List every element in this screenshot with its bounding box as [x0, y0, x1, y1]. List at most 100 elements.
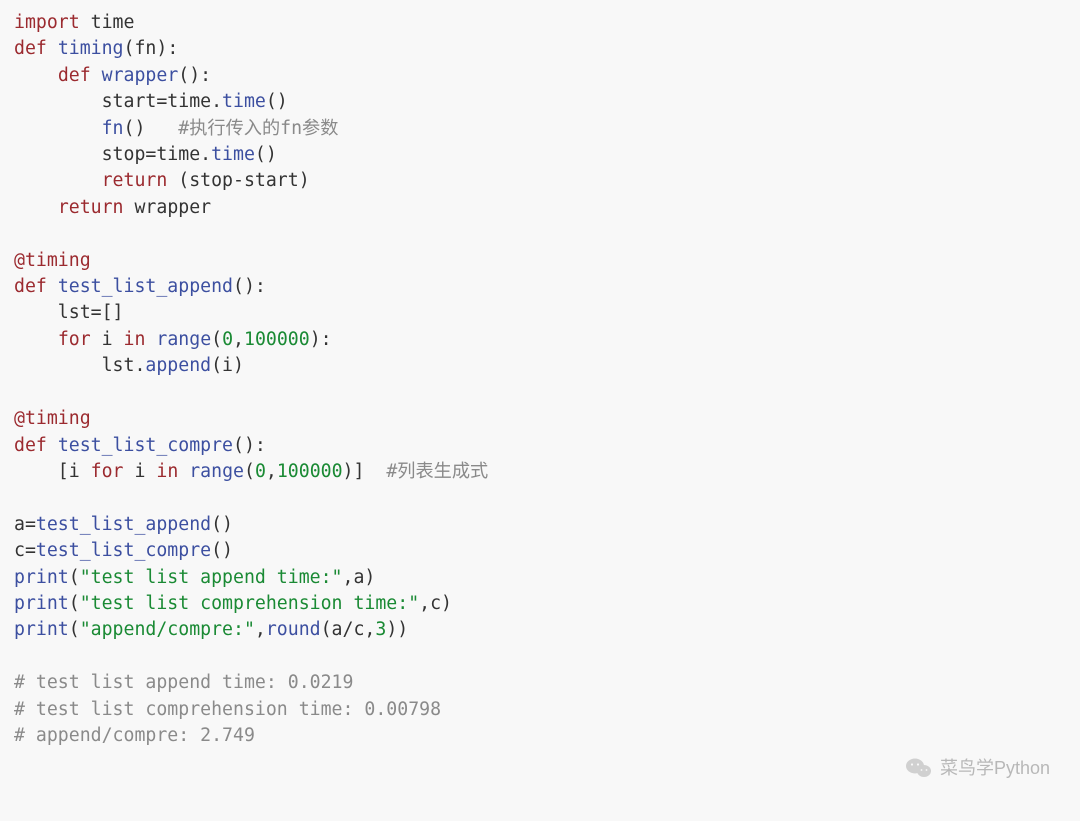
- code-token: start=time.: [14, 91, 222, 112]
- code-line: a=test_list_append(): [14, 514, 233, 535]
- code-token: fn: [102, 118, 124, 139]
- code-token: in: [156, 461, 178, 482]
- code-token: ():: [233, 435, 266, 456]
- code-token: ):: [310, 329, 332, 350]
- code-token: test_list_append: [36, 514, 211, 535]
- code-line: lst=[]: [14, 302, 124, 323]
- code-token: (): [211, 514, 233, 535]
- code-token: test_list_compre: [36, 540, 211, 561]
- code-token: round: [266, 619, 321, 640]
- code-token: c=: [14, 540, 36, 561]
- code-token: i: [124, 461, 157, 482]
- code-token: a=: [14, 514, 36, 535]
- code-token: import: [14, 12, 80, 33]
- code-line: stop=time.time(): [14, 144, 277, 165]
- code-token: def: [14, 38, 47, 59]
- code-token: range: [156, 329, 211, 350]
- code-token: wrapper: [102, 65, 179, 86]
- code-line: fn() #执行传入的fn参数: [14, 118, 338, 139]
- code-token: print: [14, 593, 69, 614]
- code-token: stop=time.: [14, 144, 211, 165]
- code-token: lst=[]: [14, 302, 124, 323]
- code-token: return: [58, 197, 124, 218]
- code-token: [i: [14, 461, 91, 482]
- code-token: for: [58, 329, 91, 350]
- code-line: return wrapper: [14, 197, 211, 218]
- code-token: [145, 329, 156, 350]
- code-token: range: [189, 461, 244, 482]
- code-line: c=test_list_compre(): [14, 540, 233, 561]
- code-token: #列表生成式: [386, 461, 488, 482]
- code-token: # test list comprehension time: 0.00798: [14, 699, 441, 720]
- code-token: (i): [211, 355, 244, 376]
- code-token: @timing: [14, 250, 91, 271]
- code-token: [47, 276, 58, 297]
- code-line: [i for i in range(0,100000)] #列表生成式: [14, 461, 488, 482]
- code-token: ,: [255, 619, 266, 640]
- code-token: lst.: [14, 355, 145, 376]
- code-token: [14, 170, 102, 191]
- code-token: print: [14, 619, 69, 640]
- code-token: (: [244, 461, 255, 482]
- code-line: # test list append time: 0.0219: [14, 672, 353, 693]
- code-line: print("test list comprehension time:",c): [14, 593, 452, 614]
- code-token: (): [211, 540, 233, 561]
- wechat-icon: [906, 757, 932, 779]
- code-line: start=time.time(): [14, 91, 288, 112]
- code-token: )]: [343, 461, 387, 482]
- code-token: ():: [178, 65, 211, 86]
- code-token: (): [255, 144, 277, 165]
- code-line: # test list comprehension time: 0.00798: [14, 699, 441, 720]
- code-token: test_list_compre: [58, 435, 233, 456]
- code-token: time: [80, 12, 135, 33]
- code-line: # append/compre: 2.749: [14, 725, 255, 746]
- code-token: (a/c,: [321, 619, 376, 640]
- code-token: @timing: [14, 408, 91, 429]
- code-token: (fn):: [124, 38, 179, 59]
- code-token: [178, 461, 189, 482]
- code-token: "test list comprehension time:": [80, 593, 419, 614]
- code-token: def: [14, 435, 47, 456]
- code-token: return: [102, 170, 168, 191]
- code-token: (: [69, 593, 80, 614]
- code-token: ,: [266, 461, 277, 482]
- code-line: def test_list_append():: [14, 276, 266, 297]
- code-token: (): [266, 91, 288, 112]
- code-line: def test_list_compre():: [14, 435, 266, 456]
- code-token: 100000: [244, 329, 310, 350]
- code-token: i: [91, 329, 124, 350]
- code-token: ():: [233, 276, 266, 297]
- code-token: time: [211, 144, 255, 165]
- python-code-block: import time def timing(fn): def wrapper(…: [0, 0, 1080, 759]
- code-line: return (stop-start): [14, 170, 310, 191]
- code-token: # append/compre: 2.749: [14, 725, 255, 746]
- code-token: (): [124, 118, 179, 139]
- code-token: "append/compre:": [80, 619, 255, 640]
- code-line: import time: [14, 12, 134, 33]
- code-line: lst.append(i): [14, 355, 244, 376]
- code-token: #执行传入的fn参数: [178, 118, 338, 139]
- code-line: print("append/compre:",round(a/c,3)): [14, 619, 408, 640]
- code-token: wrapper: [124, 197, 212, 218]
- code-token: [14, 65, 58, 86]
- code-token: append: [145, 355, 211, 376]
- code-line: @timing: [14, 250, 91, 271]
- code-token: def: [14, 276, 47, 297]
- code-token: (: [69, 567, 80, 588]
- code-line: def timing(fn):: [14, 38, 178, 59]
- code-token: 0: [255, 461, 266, 482]
- code-token: [14, 329, 58, 350]
- code-token: ,: [233, 329, 244, 350]
- code-token: [47, 435, 58, 456]
- code-token: (stop-start): [167, 170, 309, 191]
- code-token: [14, 118, 102, 139]
- code-token: 0: [222, 329, 233, 350]
- code-line: for i in range(0,100000):: [14, 329, 332, 350]
- code-token: (: [211, 329, 222, 350]
- code-token: print: [14, 567, 69, 588]
- code-token: 100000: [277, 461, 343, 482]
- code-token: [14, 197, 58, 218]
- code-line: print("test list append time:",a): [14, 567, 375, 588]
- code-line: @timing: [14, 408, 91, 429]
- code-token: [91, 65, 102, 86]
